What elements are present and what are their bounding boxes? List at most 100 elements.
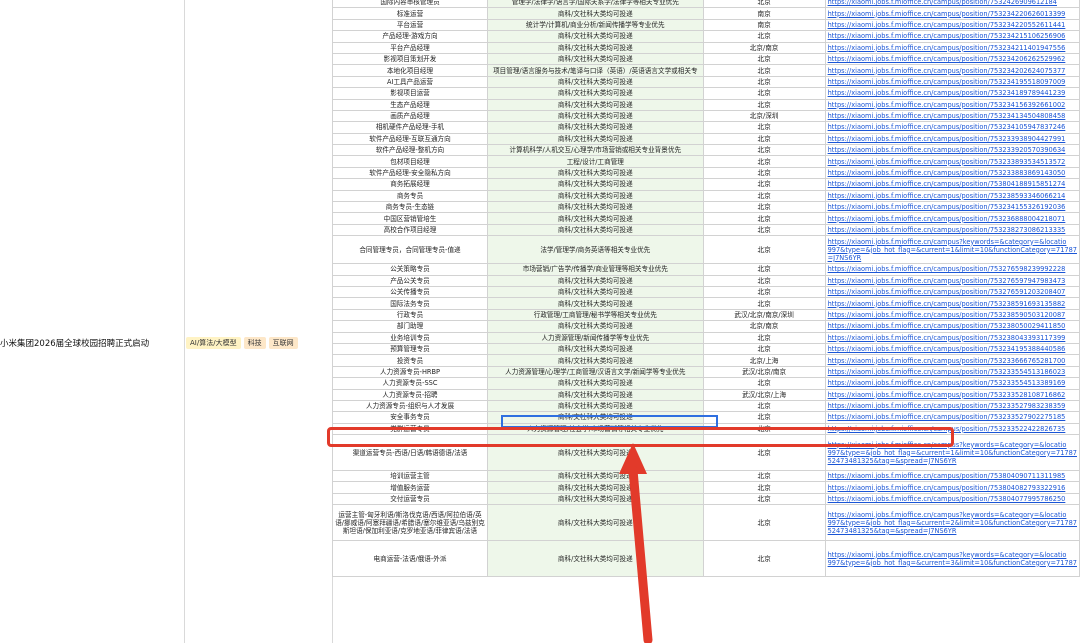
- city-cell[interactable]: 北京: [702, 285, 826, 299]
- job-title-cell[interactable]: 人力资源专员-SSC: [332, 377, 488, 390]
- city-cell[interactable]: 北京: [702, 75, 826, 89]
- link-cell[interactable]: https://xiaomi.jobs.f.mioffice.cn/campus…: [824, 0, 1080, 9]
- link-cell[interactable]: https://xiaomi.jobs.f.mioffice.cn/campus…: [824, 18, 1080, 32]
- link-cell[interactable]: https://xiaomi.jobs.f.mioffice.cn/campus…: [824, 263, 1080, 276]
- link-cell[interactable]: https://xiaomi.jobs.f.mioffice.cn/campus…: [824, 189, 1080, 203]
- city-cell[interactable]: 北京: [702, 98, 826, 111]
- major-cell[interactable]: 人力资源管理/心理学/工商管理/汉语言文学/新闻学等专业优先: [487, 365, 704, 379]
- link-cell[interactable]: https://xiaomi.jobs.f.mioffice.cn/campus…: [824, 342, 1080, 356]
- job-title-cell[interactable]: 业务培训专员: [332, 331, 488, 344]
- job-title-cell[interactable]: 相机硬件产品经理-手机: [332, 121, 488, 134]
- job-title-cell[interactable]: 软件产品经理-整机方向: [332, 144, 488, 157]
- link-cell[interactable]: https://xiaomi.jobs.f.mioffice.cn/campus…: [824, 64, 1080, 77]
- job-title-cell[interactable]: 国际内容审核管理员: [332, 0, 488, 9]
- job-title-cell[interactable]: 人力资源专员-招聘: [332, 388, 488, 401]
- job-title-cell[interactable]: 软件产品经理-安全隐私方向: [332, 166, 488, 180]
- major-cell[interactable]: 商科/文社科大类均可投递: [487, 388, 704, 401]
- city-cell[interactable]: 北京: [702, 155, 826, 168]
- city-cell[interactable]: 北京: [702, 481, 826, 494]
- major-cell[interactable]: 工程/设计/工商管理: [487, 155, 704, 168]
- city-cell[interactable]: 北京: [702, 399, 826, 413]
- major-cell[interactable]: 商科/文社科大类均可投递: [487, 354, 704, 367]
- major-cell[interactable]: 商科/文社科大类均可投递: [487, 121, 704, 134]
- job-title-cell[interactable]: 产品公关专员: [332, 274, 488, 288]
- job-title-cell[interactable]: 影视项目策划开发: [332, 52, 488, 66]
- major-cell[interactable]: 商科/文社科大类均可投递: [487, 87, 704, 100]
- job-title-cell[interactable]: 产品经理-游戏方向: [332, 30, 488, 43]
- job-title-cell[interactable]: 公关策略专员: [332, 263, 488, 276]
- city-cell[interactable]: 北京: [702, 377, 826, 390]
- job-title-cell[interactable]: 公关传播专员: [332, 285, 488, 299]
- link-cell[interactable]: https://xiaomi.jobs.f.mioffice.cn/campus…: [824, 285, 1080, 299]
- city-cell[interactable]: 北京: [702, 274, 826, 288]
- city-cell[interactable]: 北京: [702, 189, 826, 203]
- city-cell[interactable]: 北京: [702, 144, 826, 157]
- major-cell[interactable]: 管理学/法律学/语言学/国际关系学/法律学等相关专业优先: [487, 0, 704, 9]
- job-title-cell[interactable]: 生态产品经理: [332, 98, 488, 111]
- link-cell[interactable]: https://xiaomi.jobs.f.mioffice.cn/campus…: [824, 274, 1080, 288]
- link-cell[interactable]: https://xiaomi.jobs.f.mioffice.cn/campus…: [824, 30, 1080, 43]
- city-cell[interactable]: 武汉/北京/上海: [702, 388, 826, 401]
- city-cell[interactable]: 北京: [702, 132, 826, 146]
- job-title-cell[interactable]: 电商运营-法语/俄语-外派: [332, 540, 488, 578]
- link-cell[interactable]: https://xiaomi.jobs.f.mioffice.cn/campus…: [824, 504, 1080, 542]
- link-cell[interactable]: https://xiaomi.jobs.f.mioffice.cn/campus…: [824, 399, 1080, 413]
- city-cell[interactable]: 北京: [702, 64, 826, 77]
- city-cell[interactable]: 北京: [702, 121, 826, 134]
- job-title-cell[interactable]: 合同管理专员，合同管理专员-值递: [332, 235, 488, 265]
- link-cell[interactable]: https://xiaomi.jobs.f.mioffice.cn/campus…: [824, 331, 1080, 344]
- city-cell[interactable]: 北京: [702, 87, 826, 100]
- city-cell[interactable]: 北京: [702, 504, 826, 542]
- job-title-cell[interactable]: 投资专员: [332, 354, 488, 367]
- major-cell[interactable]: 统计学/计算机/商业分析/新闻传播学等专业优先: [487, 18, 704, 32]
- city-cell[interactable]: 北京/南京: [702, 41, 826, 54]
- job-title-cell[interactable]: AI工具产品运营: [332, 75, 488, 89]
- city-cell[interactable]: 北京: [702, 492, 826, 506]
- link-cell[interactable]: https://xiaomi.jobs.f.mioffice.cn/campus…: [824, 492, 1080, 506]
- link-cell[interactable]: https://xiaomi.jobs.f.mioffice.cn/campus…: [824, 121, 1080, 134]
- major-cell[interactable]: 商科/文社科大类均可投递: [487, 481, 704, 494]
- job-title-cell[interactable]: 中国区营销管培生: [332, 212, 488, 225]
- link-cell[interactable]: https://xiaomi.jobs.f.mioffice.cn/campus…: [824, 470, 1080, 483]
- major-cell[interactable]: 商科/文社科大类均可投递: [487, 540, 704, 578]
- job-title-cell[interactable]: 增值服务运营: [332, 481, 488, 494]
- job-title-cell[interactable]: 商务专员: [332, 189, 488, 203]
- job-title-cell[interactable]: 高校合作项目经理: [332, 223, 488, 237]
- major-cell[interactable]: 商科/文社科大类均可投递: [487, 399, 704, 413]
- city-cell[interactable]: 北京: [702, 201, 826, 214]
- job-title-cell[interactable]: 国际法务专员: [332, 297, 488, 310]
- major-cell[interactable]: 商科/文社科大类均可投递: [487, 274, 704, 288]
- city-cell[interactable]: 北京: [702, 297, 826, 310]
- major-cell[interactable]: 商科/文社科大类均可投递: [487, 320, 704, 333]
- city-cell[interactable]: 北京: [702, 223, 826, 237]
- job-title-cell[interactable]: 影视项目运营: [332, 87, 488, 100]
- link-cell[interactable]: https://xiaomi.jobs.f.mioffice.cn/campus…: [824, 109, 1080, 123]
- link-cell[interactable]: https://xiaomi.jobs.f.mioffice.cn/campus…: [824, 144, 1080, 157]
- city-cell[interactable]: 北京: [702, 540, 826, 578]
- job-title-cell[interactable]: 商务专员-生态链: [332, 201, 488, 214]
- job-title-cell[interactable]: 交付运营专员: [332, 492, 488, 506]
- city-cell[interactable]: 南京: [702, 18, 826, 32]
- link-cell[interactable]: https://xiaomi.jobs.f.mioffice.cn/campus…: [824, 201, 1080, 214]
- city-cell[interactable]: 北京: [702, 411, 826, 424]
- job-title-cell[interactable]: 人力资源专员-组织与人才发展: [332, 399, 488, 413]
- city-cell[interactable]: 北京: [702, 30, 826, 43]
- city-cell[interactable]: 北京: [702, 166, 826, 180]
- city-cell[interactable]: 北京: [702, 178, 826, 191]
- major-cell[interactable]: 商科/文社科大类均可投递: [487, 189, 704, 203]
- major-cell[interactable]: 商科/文社科大类均可投递: [487, 377, 704, 390]
- major-cell[interactable]: 商科/文社科大类均可投递: [487, 109, 704, 123]
- link-cell[interactable]: https://xiaomi.jobs.f.mioffice.cn/campus…: [824, 41, 1080, 54]
- major-cell[interactable]: 商科/文社科大类均可投递: [487, 75, 704, 89]
- link-cell[interactable]: https://xiaomi.jobs.f.mioffice.cn/campus…: [824, 132, 1080, 146]
- link-cell[interactable]: https://xiaomi.jobs.f.mioffice.cn/campus…: [824, 411, 1080, 424]
- job-title-cell[interactable]: 软件产品经理-互联互通方向: [332, 132, 488, 146]
- major-cell[interactable]: 商科/文社科大类均可投递: [487, 504, 704, 542]
- city-cell[interactable]: 北京: [702, 263, 826, 276]
- major-cell[interactable]: 商科/文社科大类均可投递: [487, 178, 704, 191]
- major-cell[interactable]: 商科/文社科大类均可投递: [487, 98, 704, 111]
- link-cell[interactable]: https://xiaomi.jobs.f.mioffice.cn/campus…: [824, 7, 1080, 20]
- job-title-cell[interactable]: 本地化项目经理: [332, 64, 488, 77]
- job-title-cell[interactable]: 包材项目经理: [332, 155, 488, 168]
- job-title-cell[interactable]: 标准运营: [332, 7, 488, 20]
